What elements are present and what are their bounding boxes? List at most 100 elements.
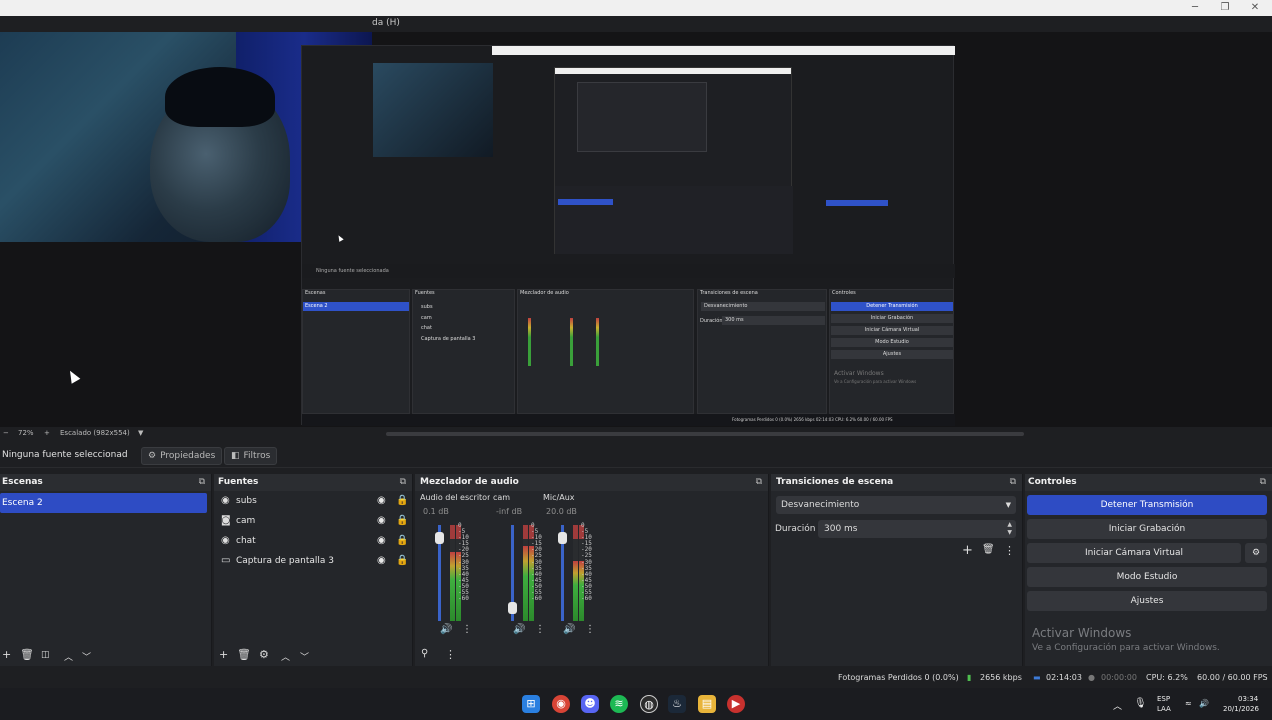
zoom-level: 72%	[18, 429, 34, 437]
source-row[interactable]: ▭ Captura de pantalla 3 ◉ 🔒	[214, 552, 422, 572]
remove-source-icon[interactable]: 🗑	[237, 648, 251, 661]
volume-fader-handle[interactable]	[558, 531, 567, 544]
visibility-eye-icon[interactable]: ◉	[377, 515, 386, 526]
remove-scene-icon[interactable]: 🗑	[20, 648, 34, 661]
volume-fader-handle[interactable]	[435, 531, 444, 544]
scene-item-escena-2[interactable]: Escena 2	[0, 493, 207, 513]
gear-icon: ⚙	[148, 451, 157, 461]
steam-icon[interactable]: ♨	[668, 695, 686, 713]
discord-icon[interactable]: ☻	[581, 695, 599, 713]
lock-icon[interactable]: 🔒	[396, 515, 408, 526]
media-player-icon[interactable]: ▶	[727, 695, 745, 713]
nested-studio-button: Modo Estudio	[831, 338, 953, 347]
nested-activate-title: Activar Windows	[834, 370, 884, 377]
dock-float-icon[interactable]: ⧉	[199, 477, 205, 487]
move-up-icon[interactable]: ︿	[64, 650, 73, 663]
source-properties-gear-icon[interactable]: ⚙	[259, 648, 269, 661]
duration-input[interactable]: 300 ms ▲ ▼	[818, 520, 1016, 538]
spin-arrows-icon[interactable]: ▲ ▼	[1007, 521, 1012, 537]
preview-zoom-bar: − 72% + Escalado (982x554) ▼	[0, 427, 1272, 441]
move-up-icon[interactable]: ︿	[281, 650, 290, 663]
dock-float-icon[interactable]: ⧉	[1260, 477, 1266, 487]
source-context-bar: Ninguna fuente seleccionad ⚙ Propiedades …	[0, 444, 1272, 468]
source-row[interactable]: ◉ subs ◉ 🔒	[214, 492, 422, 512]
nested-source-label: chat	[421, 325, 432, 331]
volume-icon[interactable]: 🔊	[1199, 699, 1209, 708]
speaker-mute-icon[interactable]: 🔊	[563, 624, 575, 635]
lock-icon[interactable]: 🔒	[396, 535, 408, 546]
preview-canvas[interactable]: Ninguna fuente seleccionada Escenas Esce…	[0, 32, 1272, 427]
scale-mode-dropdown-icon[interactable]: ▼	[138, 429, 143, 437]
windows-taskbar: ⊞ ◉ ☻ ≋ ◍ ♨ ▤ ▶ ︿ 🎙 ESP LAA ≈ 🔊 03:34 20…	[0, 688, 1272, 720]
dock-float-icon[interactable]: ⧉	[400, 477, 406, 487]
filters-button[interactable]: ◧ Filtros	[224, 447, 278, 465]
clock-date[interactable]: 20/1/2026	[1223, 705, 1259, 713]
obs-icon[interactable]: ◍	[640, 695, 658, 713]
speaker-mute-icon[interactable]: 🔊	[440, 624, 452, 635]
source-name: cam	[236, 516, 256, 526]
transition-menu-icon[interactable]: ⋮	[1004, 544, 1015, 557]
start-virtual-camera-button[interactable]: Iniciar Cámara Virtual	[1027, 543, 1241, 563]
zoom-in-button[interactable]: +	[44, 429, 50, 437]
move-down-icon[interactable]: ﹀	[300, 650, 309, 663]
chrome-icon[interactable]: ◉	[552, 695, 570, 713]
scale-mode-label[interactable]: Escalado (982x554)	[60, 429, 130, 437]
visibility-eye-icon[interactable]: ◉	[377, 555, 386, 566]
transition-select[interactable]: Desvanecimiento ▼	[776, 496, 1016, 514]
filters-label: Filtros	[243, 451, 271, 461]
microphone-icon[interactable]: 🎙	[1134, 698, 1147, 709]
spotify-icon[interactable]: ≋	[610, 695, 628, 713]
lock-icon[interactable]: 🔒	[396, 495, 408, 506]
studio-mode-button[interactable]: Modo Estudio	[1027, 567, 1267, 587]
nested-vcam-button: Iniciar Cámara Virtual	[831, 326, 953, 335]
nested-mixer-dock: Mezclador de audio	[517, 289, 694, 414]
preview-horizontal-scrollbar[interactable]	[386, 432, 1024, 436]
channel-menu-icon[interactable]: ⋮	[585, 624, 595, 635]
properties-button[interactable]: ⚙ Propiedades	[141, 447, 223, 465]
source-row[interactable]: ◉ chat ◉ 🔒	[214, 532, 422, 552]
menu-item-help[interactable]: da (H)	[372, 18, 400, 28]
settings-button[interactable]: Ajustes	[1027, 591, 1267, 611]
nested-settings-button: Ajustes	[831, 350, 953, 359]
nested-controls-dock: Controles Detener Transmisión Iniciar Gr…	[829, 289, 954, 414]
move-down-icon[interactable]: ﹀	[82, 650, 91, 663]
source-row[interactable]: ◙ cam ◉ 🔒	[214, 512, 422, 532]
language-bottom[interactable]: LAA	[1157, 705, 1171, 713]
visibility-eye-icon[interactable]: ◉	[377, 535, 386, 546]
dropped-frames: Fotogramas Perdidos 0 (0.0%)	[838, 673, 959, 682]
start-recording-button[interactable]: Iniciar Grabación	[1027, 519, 1267, 539]
add-scene-icon[interactable]: +	[2, 648, 11, 661]
duration-label: Duración	[775, 524, 816, 534]
visibility-eye-icon[interactable]: ◉	[377, 495, 386, 506]
speaker-mute-icon[interactable]: 🔊	[513, 624, 525, 635]
dock-float-icon[interactable]: ⧉	[756, 477, 762, 487]
channel-name: Audio del escritorio	[420, 493, 490, 502]
lock-icon[interactable]: 🔒	[396, 555, 408, 566]
minimize-button[interactable]: ─	[1180, 1, 1210, 15]
file-explorer-icon[interactable]: ▤	[698, 695, 716, 713]
add-source-icon[interactable]: +	[219, 648, 228, 661]
cpu-usage: CPU: 6.2%	[1146, 673, 1188, 682]
virtual-camera-settings-gear-icon[interactable]: ⚙	[1245, 543, 1267, 563]
advanced-audio-icon[interactable]: ⚲	[421, 648, 428, 659]
transition-selected-label: Desvanecimiento	[781, 500, 860, 510]
clock-time[interactable]: 03:34	[1238, 695, 1258, 703]
language-top[interactable]: ESP	[1157, 695, 1170, 703]
mixer-menu-icon[interactable]: ⋮	[445, 648, 456, 661]
wifi-icon[interactable]: ≈	[1185, 699, 1192, 708]
scene-filters-icon[interactable]: ◫	[41, 650, 50, 660]
close-button[interactable]: ✕	[1240, 1, 1270, 15]
maximize-button[interactable]: ❐	[1210, 1, 1240, 15]
volume-fader-handle[interactable]	[508, 602, 517, 615]
dock-float-icon[interactable]: ⧉	[1010, 477, 1016, 487]
channel-menu-icon[interactable]: ⋮	[462, 624, 472, 635]
remove-transition-icon[interactable]: 🗑	[982, 544, 995, 555]
stop-streaming-button[interactable]: Detener Transmisión	[1027, 495, 1267, 515]
tray-expand-icon[interactable]: ︿	[1113, 699, 1122, 712]
camera-icon: ◙	[221, 515, 231, 526]
level-meter-left	[573, 525, 578, 621]
windows-start-icon[interactable]: ⊞	[522, 695, 540, 713]
add-transition-icon[interactable]: +	[962, 543, 973, 558]
source-name: subs	[236, 496, 257, 506]
zoom-out-button[interactable]: −	[3, 429, 9, 437]
